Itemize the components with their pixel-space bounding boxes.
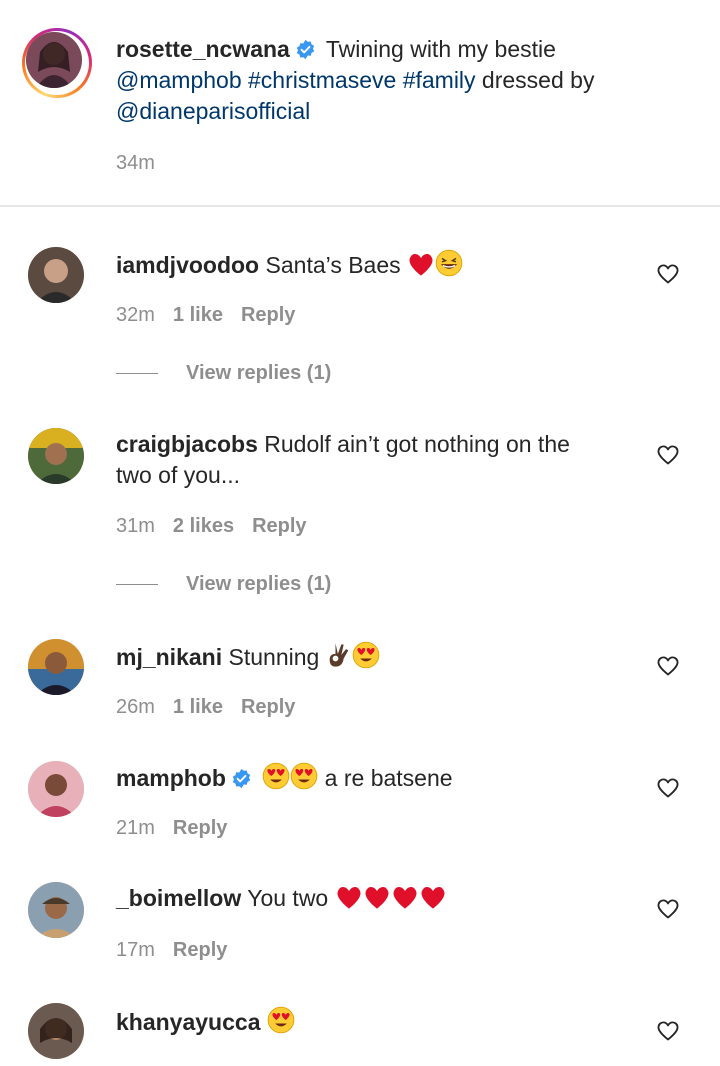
view-replies-button[interactable]: View replies (1)	[116, 573, 331, 596]
comment-meta: 17m Reply	[116, 939, 227, 962]
comment-body: Rudolf ain’t got nothing on the	[264, 431, 570, 457]
heart-emoji-icon	[335, 884, 363, 918]
view-replies-label[interactable]: View replies (1)	[186, 362, 331, 384]
like-heart-icon[interactable]	[656, 654, 680, 678]
comment-body: Stunning	[228, 644, 320, 670]
hashtag-link[interactable]: #christmaseve	[248, 67, 396, 93]
heart-eyes-emoji-icon	[352, 641, 380, 677]
comment-meta: 31m 2 likes Reply	[116, 515, 307, 538]
comment-username[interactable]: khanyayucca	[116, 1009, 260, 1035]
comment-username[interactable]: mj_nikani	[116, 644, 222, 670]
likes-count[interactable]: 1 like	[173, 304, 223, 326]
reply-button[interactable]: Reply	[173, 817, 227, 839]
comment-text: iamdjvoodoo Santa’s Baes	[116, 249, 626, 285]
likes-count[interactable]: 1 like	[173, 696, 223, 718]
ok-hand-emoji-icon	[326, 641, 352, 677]
comment-time: 17m	[116, 939, 155, 961]
reply-button[interactable]: Reply	[241, 696, 295, 718]
like-heart-icon[interactable]	[656, 262, 680, 286]
comment-time: 26m	[116, 696, 155, 718]
heart-eyes-emoji-icon	[290, 762, 318, 798]
grinning-squinting-emoji-icon	[435, 249, 463, 285]
caption-text: rosette_ncwana Twining with my bestie @m…	[116, 34, 626, 127]
comment-username[interactable]: _boimellow	[116, 885, 241, 911]
reply-button[interactable]: Reply	[241, 304, 295, 326]
avatar[interactable]	[28, 428, 84, 484]
view-replies-label[interactable]: View replies (1)	[186, 573, 331, 595]
comment-meta: 21m Reply	[116, 817, 227, 840]
divider	[0, 205, 720, 207]
caption-time: 34m	[116, 152, 155, 174]
comment-time: 32m	[116, 304, 155, 326]
comment-text: _boimellow You two	[116, 883, 626, 918]
caption-text-part2: dressed by	[475, 67, 595, 93]
like-heart-icon[interactable]	[656, 1019, 680, 1043]
comment-username[interactable]: iamdjvoodoo	[116, 252, 259, 278]
comment-username[interactable]: craigbjacobs	[116, 431, 258, 457]
avatar[interactable]	[26, 32, 82, 88]
heart-emoji-icon	[419, 884, 447, 918]
comment-username[interactable]: mamphob	[116, 765, 226, 791]
comment-text: khanyayucca	[116, 1006, 626, 1042]
comment-body: a re batsene	[324, 765, 453, 791]
avatar[interactable]	[28, 1003, 84, 1059]
comment-body: two of you...	[116, 462, 241, 488]
story-ring[interactable]	[22, 28, 92, 98]
avatar[interactable]	[28, 761, 84, 817]
avatar[interactable]	[28, 639, 84, 695]
like-heart-icon[interactable]	[656, 776, 680, 800]
comment-body: Santa’s Baes	[265, 252, 401, 278]
heart-eyes-emoji-icon	[262, 762, 290, 798]
heart-emoji-icon	[363, 884, 391, 918]
reply-button[interactable]: Reply	[252, 515, 306, 537]
post-caption: rosette_ncwana Twining with my bestie @m…	[0, 0, 720, 206]
comment-text: mj_nikani Stunning	[116, 641, 626, 677]
verified-badge-icon	[231, 766, 252, 789]
view-replies-button[interactable]: View replies (1)	[116, 362, 331, 385]
avatar[interactable]	[28, 882, 84, 938]
comment-body: You two	[247, 885, 329, 911]
heart-eyes-emoji-icon	[267, 1006, 295, 1042]
comment-text: mamphob a re batsene	[116, 762, 626, 798]
likes-count[interactable]: 2 likes	[173, 515, 234, 537]
comment-time: 31m	[116, 515, 155, 537]
like-heart-icon[interactable]	[656, 443, 680, 467]
like-heart-icon[interactable]	[656, 897, 680, 921]
mention-link[interactable]: @dianeparisofficial	[116, 98, 310, 124]
comment-meta: 32m 1 like Reply	[116, 304, 295, 327]
heart-emoji-icon	[391, 884, 419, 918]
comment-text: craigbjacobs Rudolf ain’t got nothing on…	[116, 429, 626, 491]
comment-meta: 26m 1 like Reply	[116, 696, 295, 719]
verified-badge-icon	[295, 37, 316, 60]
caption-username[interactable]: rosette_ncwana	[116, 36, 290, 62]
heart-emoji-icon	[407, 251, 435, 285]
avatar[interactable]	[28, 247, 84, 303]
hashtag-link[interactable]: #family	[403, 67, 476, 93]
mention-link[interactable]: @mamphob	[116, 67, 242, 93]
caption-text-part1: Twining with my bestie	[319, 36, 556, 62]
comment-time: 21m	[116, 817, 155, 839]
reply-button[interactable]: Reply	[173, 939, 227, 961]
